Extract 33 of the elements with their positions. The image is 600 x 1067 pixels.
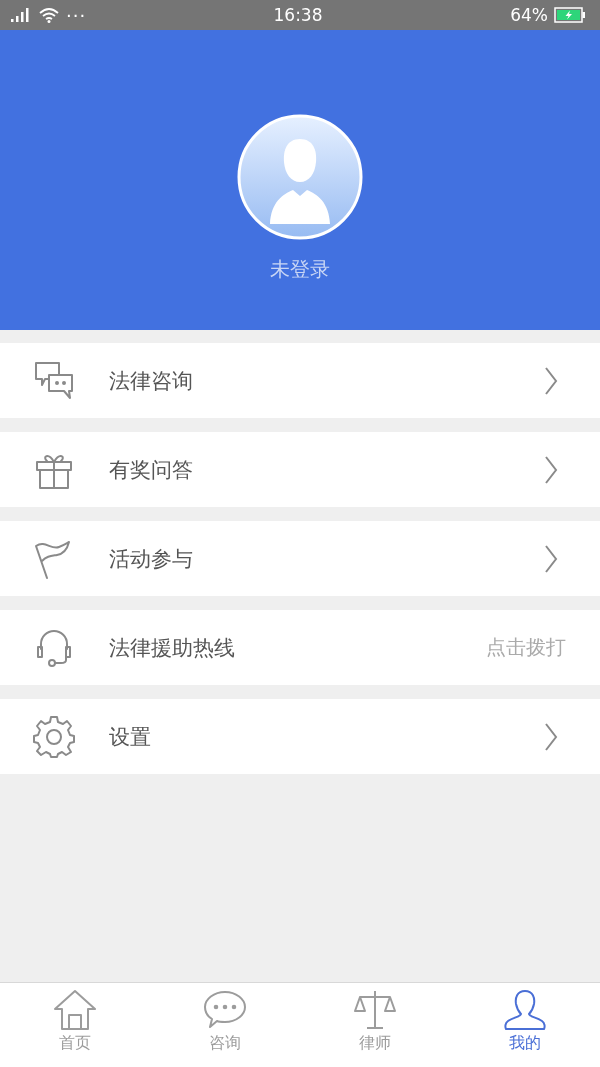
avatar-icon[interactable] — [237, 114, 363, 240]
menu-item[interactable]: 活动参与 — [0, 521, 600, 596]
menu-item[interactable]: 法律援助热线 点击拨打 — [0, 610, 600, 685]
battery-percent: 64% — [510, 5, 548, 25]
clock-time: 16:38 — [273, 5, 323, 25]
menu-item[interactable]: 设置 — [0, 699, 600, 774]
person-icon — [502, 989, 548, 1031]
menu-label: 法律咨询 — [109, 367, 194, 395]
wifi-icon — [38, 7, 60, 23]
menu-item[interactable]: 有奖问答 — [0, 432, 600, 507]
tab-item[interactable]: 我的 — [450, 983, 600, 1067]
menu-label: 设置 — [109, 723, 152, 751]
scales-icon — [352, 989, 398, 1031]
settings-icon — [33, 715, 75, 758]
menu-label: 有奖问答 — [109, 456, 194, 484]
home-icon — [52, 989, 98, 1031]
tab-label: 首页 — [59, 1033, 91, 1054]
chevron-right-icon — [544, 454, 558, 485]
battery-icon — [554, 7, 586, 23]
tab-label: 咨询 — [209, 1033, 241, 1054]
chevron-right-icon — [544, 721, 558, 752]
chevron-right-icon — [544, 365, 558, 396]
chat-bubbles-icon — [33, 359, 75, 402]
tab-label: 我的 — [509, 1033, 541, 1054]
chevron-right-icon — [544, 543, 558, 574]
call-hint: 点击拨打 — [486, 634, 566, 661]
menu-item[interactable]: 法律咨询 — [0, 343, 600, 418]
signal-icon — [10, 8, 32, 22]
tab-label: 律师 — [359, 1033, 391, 1054]
menu-label: 法律援助热线 — [109, 634, 236, 662]
speech-bubble-icon — [202, 989, 248, 1031]
more-dots: ··· — [66, 4, 87, 26]
menu-label: 活动参与 — [109, 545, 194, 573]
